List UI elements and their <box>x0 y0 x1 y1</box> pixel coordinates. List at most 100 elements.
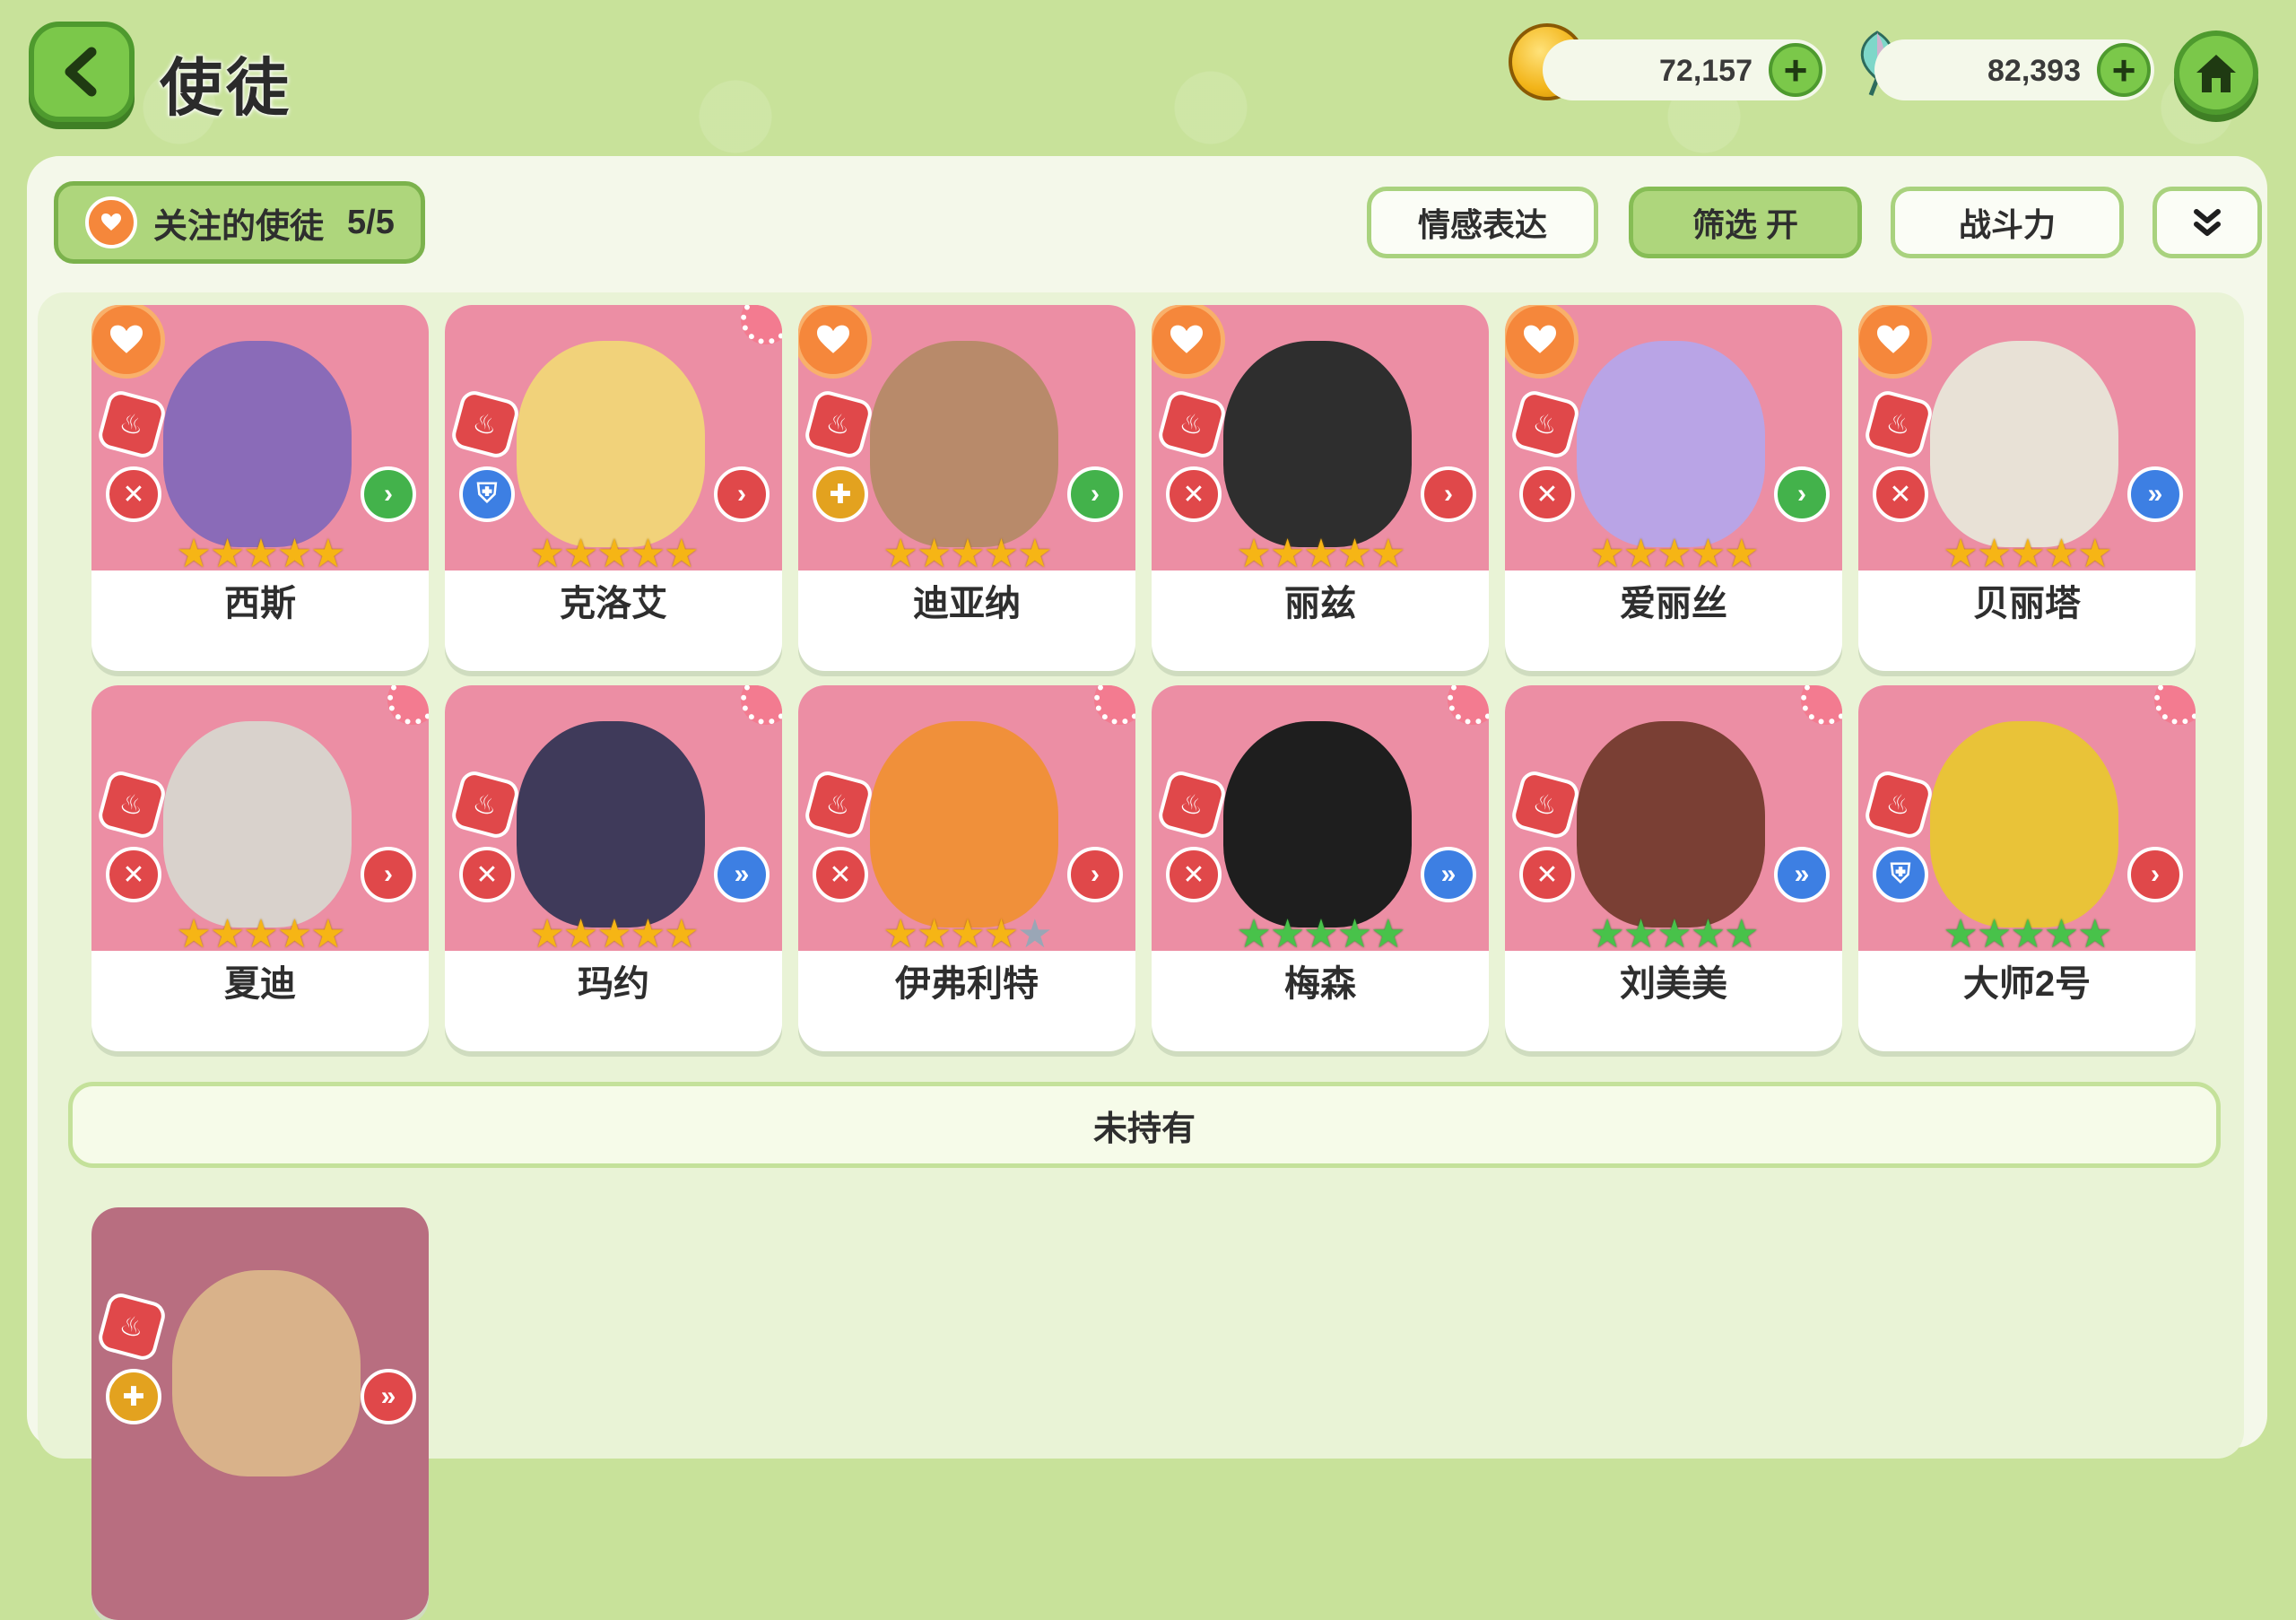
star-icon: ★ <box>950 532 985 576</box>
star-icon: ★ <box>2077 532 2112 576</box>
star-icon: ★ <box>883 532 918 576</box>
star-icon: ★ <box>1269 532 1305 576</box>
star-icon: ★ <box>916 912 952 956</box>
sword-role-icon: ✕ <box>459 847 515 902</box>
sword-role-icon: ✕ <box>106 847 161 902</box>
star-icon: ★ <box>176 912 211 956</box>
character-name: 爱丽丝 <box>1620 584 1727 623</box>
star-icon: ★ <box>1976 532 2012 576</box>
character-card[interactable]: ♨ ✕» ★★★★★ 梅森 <box>1152 685 1489 1051</box>
character-card[interactable]: ♨ ✕» ★★★★★ 贝丽塔 <box>1858 305 2196 671</box>
star-icon: ★ <box>1370 912 1405 956</box>
character-name: 玛约 <box>578 964 649 1004</box>
character-card[interactable]: ♨ ✕ › ★★★★★ 西斯 <box>91 305 429 671</box>
character-card[interactable]: ♨ ✕ › ★★★★★ 伊弗利特 <box>798 685 1135 1051</box>
unowned-character-card[interactable]: ♨ ✚ » <box>91 1207 429 1620</box>
sword-role-icon: ✕ <box>1519 466 1575 522</box>
star-icon: ★ <box>1657 532 1692 576</box>
add-gold-button[interactable]: + <box>1769 43 1822 97</box>
star-rating: ★★★★★ <box>1505 531 1842 577</box>
star-rating: ★★★★★ <box>445 911 782 957</box>
star-icon: ★ <box>1370 532 1405 576</box>
star-icon: ★ <box>1690 532 1726 576</box>
character-card[interactable]: ♨ ✕ › ★★★★★ 夏迪 <box>91 685 429 1051</box>
position-arrow-icon: › <box>2127 847 2183 902</box>
sword-role-icon: ✕ <box>813 847 868 902</box>
star-icon: ★ <box>1017 912 1052 956</box>
character-card[interactable]: ♨ ✚ › ★★★★★ 迪亚纳 <box>798 305 1135 671</box>
shield-role-icon: ⛨ <box>459 466 515 522</box>
position-arrow-icon: » <box>1774 847 1830 902</box>
character-name: 迪亚纳 <box>913 584 1021 623</box>
star-rating: ★★★★★ <box>91 531 429 577</box>
star-rating: ★★★★★ <box>91 911 429 957</box>
star-rating: ★★★★★ <box>445 531 782 577</box>
position-arrow-icon: › <box>1421 466 1476 522</box>
favorites-label: 关注的使徒 <box>153 207 325 246</box>
star-icon: ★ <box>1336 912 1372 956</box>
star-icon: ★ <box>276 532 312 576</box>
star-icon: ★ <box>1303 912 1338 956</box>
favorites-toggle[interactable]: 关注的使徒 5/5 <box>54 181 425 264</box>
star-icon: ★ <box>1690 912 1726 956</box>
star-icon: ★ <box>1622 912 1658 956</box>
position-arrow-icon: » <box>2127 466 2183 522</box>
sort-power-button[interactable]: 战斗力 <box>1891 187 2124 258</box>
star-icon: ★ <box>243 912 278 956</box>
character-card[interactable]: ♨ ✕ › ★★★★★ 爱丽丝 <box>1505 305 1842 671</box>
gold-counter: 72,157 + <box>1543 39 1826 100</box>
character-name: 刘美美 <box>1620 964 1727 1004</box>
page-title: 使徒 <box>160 53 292 123</box>
gem-counter: 82,393 + <box>1874 39 2154 100</box>
star-icon: ★ <box>276 912 312 956</box>
gold-amount: 72,157 <box>1659 54 1752 88</box>
star-icon: ★ <box>1976 912 2012 956</box>
position-arrow-icon: › <box>1774 466 1830 522</box>
gem-amount: 82,393 <box>1987 54 2081 88</box>
back-button[interactable] <box>29 22 135 122</box>
star-icon: ★ <box>1943 532 1978 576</box>
double-chevron-down-icon <box>2194 209 2221 236</box>
star-icon: ★ <box>664 912 699 956</box>
star-icon: ★ <box>176 532 211 576</box>
position-arrow-icon: » <box>714 847 770 902</box>
favorites-count: 5/5 <box>347 203 395 241</box>
emotion-button[interactable]: 情感表达 <box>1367 187 1598 258</box>
expand-button[interactable] <box>2152 187 2262 258</box>
sword-role-icon: ✕ <box>1519 847 1575 902</box>
position-arrow-icon: » <box>361 1369 416 1424</box>
star-icon: ★ <box>1589 532 1624 576</box>
character-card[interactable]: ♨ ⛨ › ★★★★★ 大师2号 <box>1858 685 2196 1051</box>
star-rating: ★★★★★ <box>798 911 1135 957</box>
character-card[interactable]: ♨ ✕» ★★★★★ 刘美美 <box>1505 685 1842 1051</box>
add-gems-button[interactable]: + <box>2097 43 2151 97</box>
home-button[interactable] <box>2174 30 2258 115</box>
sword-role-icon: ✕ <box>1873 466 1928 522</box>
sword-role-icon: ✕ <box>1166 466 1222 522</box>
character-name: 梅森 <box>1284 964 1356 1004</box>
star-icon: ★ <box>529 912 564 956</box>
filter-button[interactable]: 筛选 开 <box>1629 187 1862 258</box>
star-icon: ★ <box>1017 532 1052 576</box>
star-icon: ★ <box>2043 532 2079 576</box>
star-icon: ★ <box>1236 532 1271 576</box>
character-card[interactable]: ♨ ✕» ★★★★★ 玛约 <box>445 685 782 1051</box>
character-card[interactable]: ♨ ✕ › ★★★★★ 丽兹 <box>1152 305 1489 671</box>
position-arrow-icon: › <box>714 466 770 522</box>
character-name: 伊弗利特 <box>895 964 1039 1004</box>
sword-role-icon: ✕ <box>1166 847 1222 902</box>
star-icon: ★ <box>2010 912 2045 956</box>
star-icon: ★ <box>983 532 1019 576</box>
star-icon: ★ <box>209 532 245 576</box>
character-name: 大师2号 <box>1962 964 2092 1004</box>
shield-role-icon: ⛨ <box>1873 847 1928 902</box>
star-icon: ★ <box>209 912 245 956</box>
character-card[interactable]: ♨ ⛨ › ★★★★★ 克洛艾 <box>445 305 782 671</box>
star-icon: ★ <box>596 912 631 956</box>
star-icon: ★ <box>1236 912 1271 956</box>
star-icon: ★ <box>1622 532 1658 576</box>
star-icon: ★ <box>562 532 598 576</box>
character-name: 夏迪 <box>224 964 296 1004</box>
character-name: 西斯 <box>224 584 296 623</box>
character-name: 克洛艾 <box>560 584 667 623</box>
